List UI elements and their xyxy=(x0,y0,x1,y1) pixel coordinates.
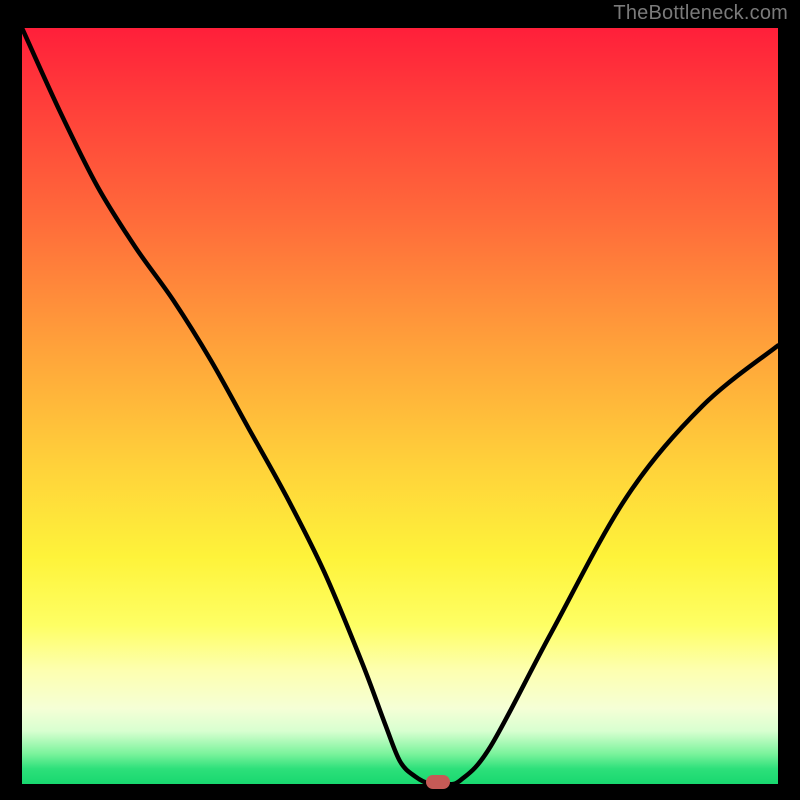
bottleneck-curve xyxy=(22,28,778,784)
plot-area xyxy=(22,28,778,784)
optimal-point-marker xyxy=(426,775,450,789)
watermark-text: TheBottleneck.com xyxy=(613,2,788,25)
chart-frame: TheBottleneck.com xyxy=(0,0,800,800)
